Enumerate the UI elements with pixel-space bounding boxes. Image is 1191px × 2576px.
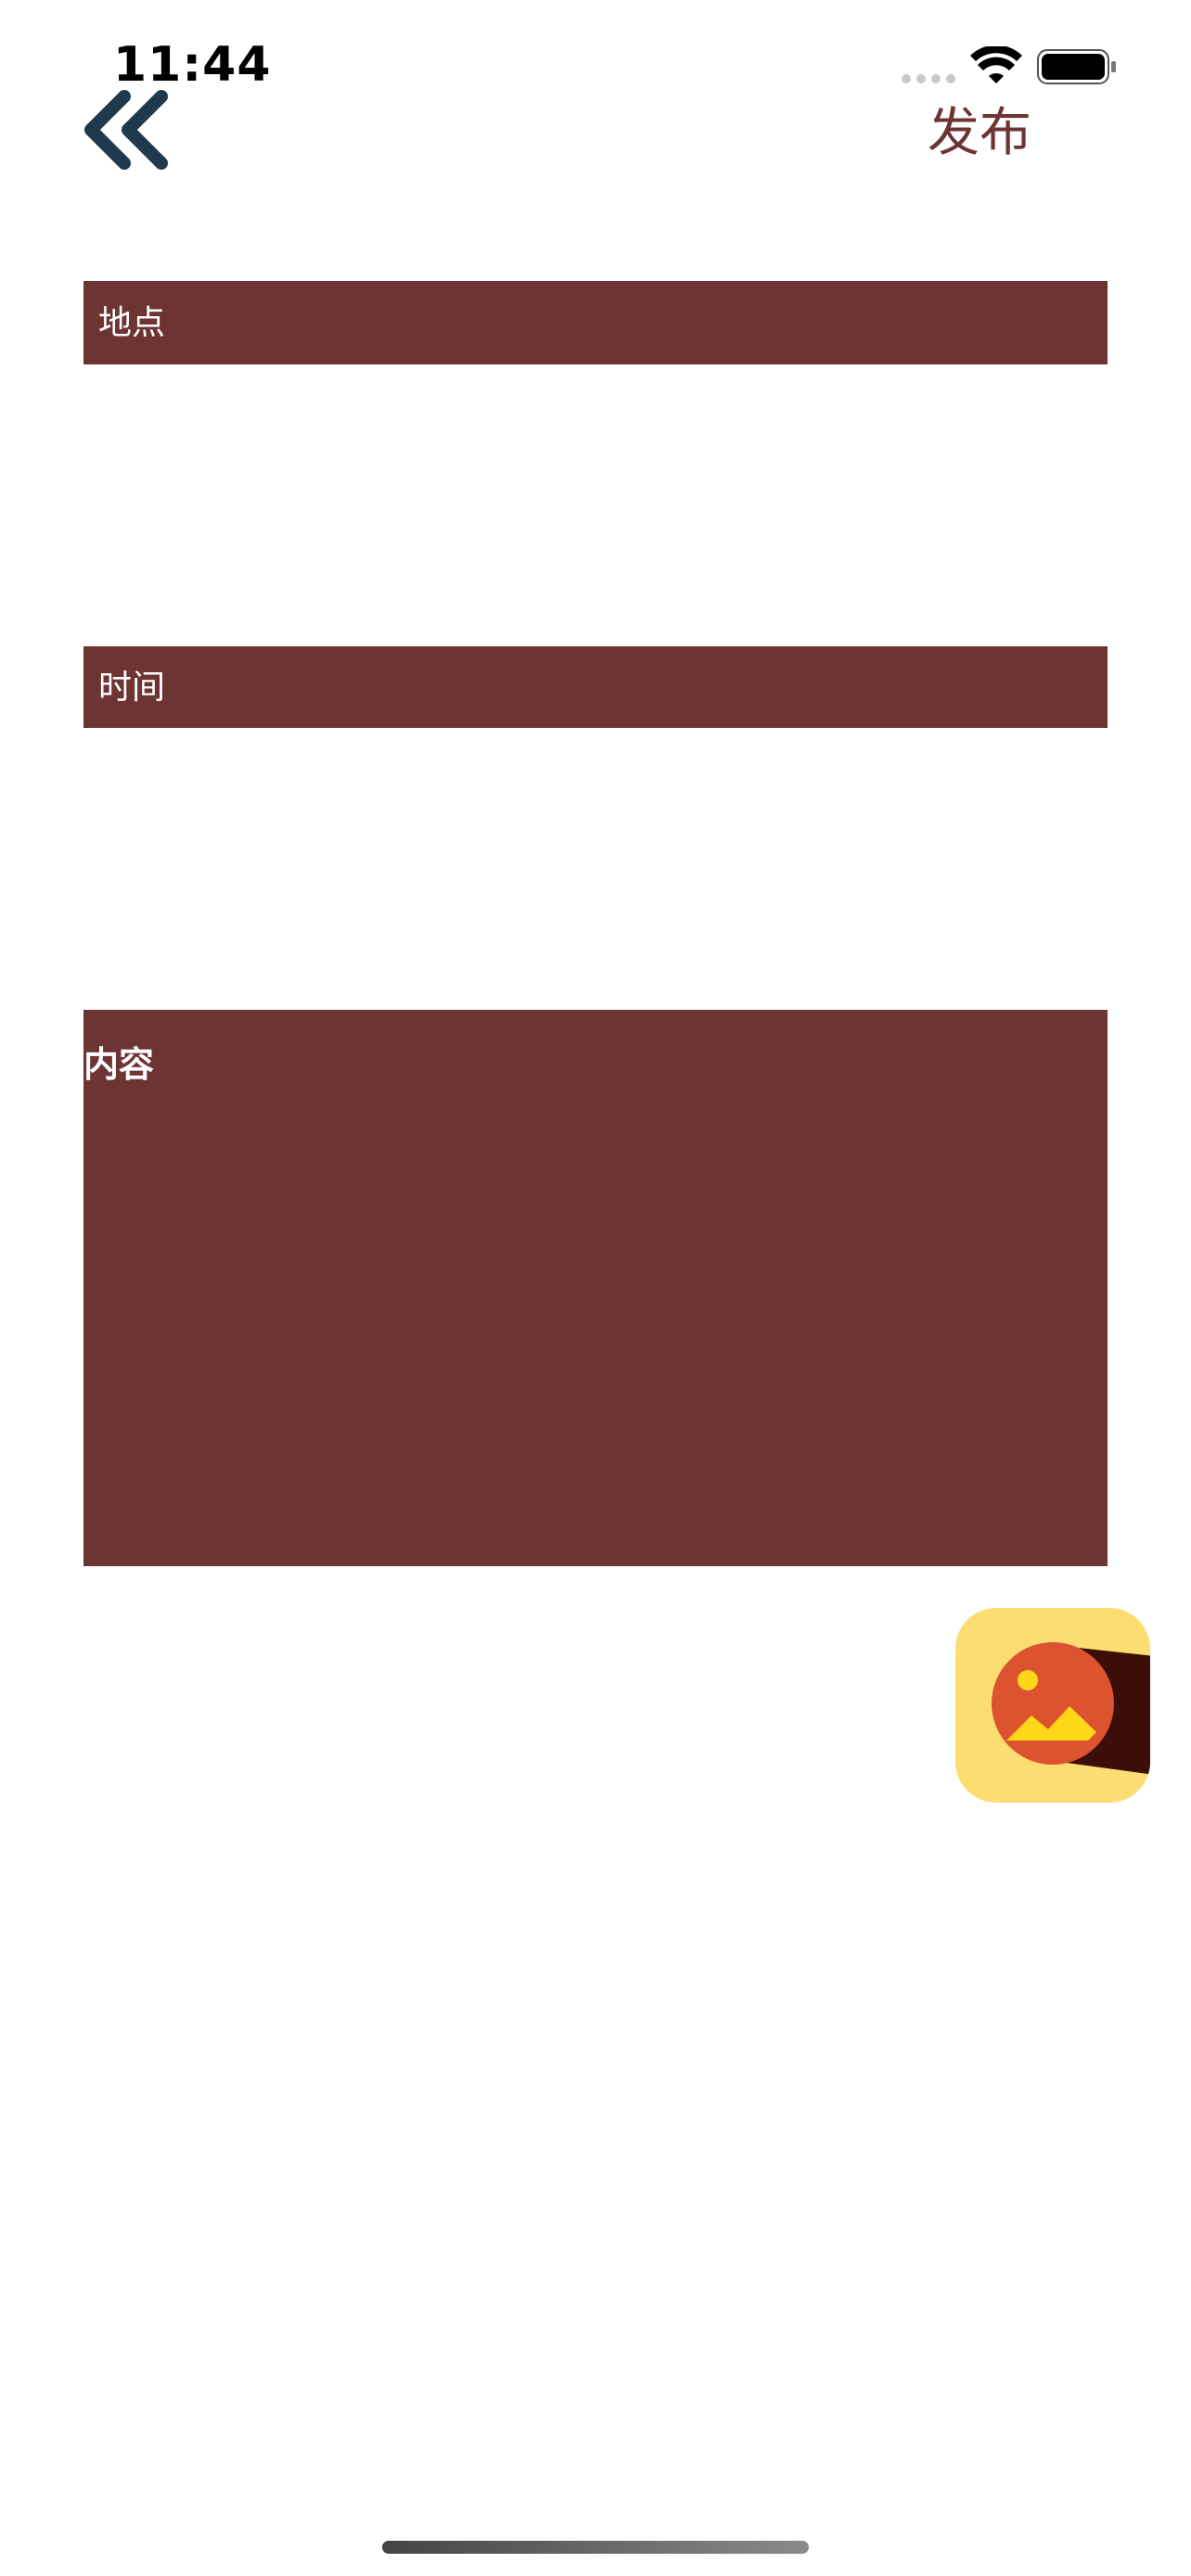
cellular-signal-icon	[902, 74, 955, 83]
battery-icon	[1037, 49, 1116, 84]
content-textarea[interactable]	[83, 1010, 1108, 1566]
image-picker-icon	[955, 1608, 1150, 1803]
wifi-icon	[970, 46, 1022, 83]
time-input[interactable]	[83, 646, 1108, 728]
home-indicator[interactable]	[382, 2541, 809, 2554]
image-picker-button[interactable]	[955, 1608, 1150, 1803]
location-field-container	[83, 281, 1108, 364]
location-input[interactable]	[83, 281, 1108, 364]
back-button[interactable]	[78, 83, 180, 176]
publish-button[interactable]: 发布	[928, 91, 1031, 166]
double-chevron-left-icon	[84, 90, 168, 170]
content-field-container	[83, 1010, 1108, 1566]
publish-screen: 11:44 发布	[0, 0, 1191, 2576]
time-field-container	[83, 646, 1108, 728]
